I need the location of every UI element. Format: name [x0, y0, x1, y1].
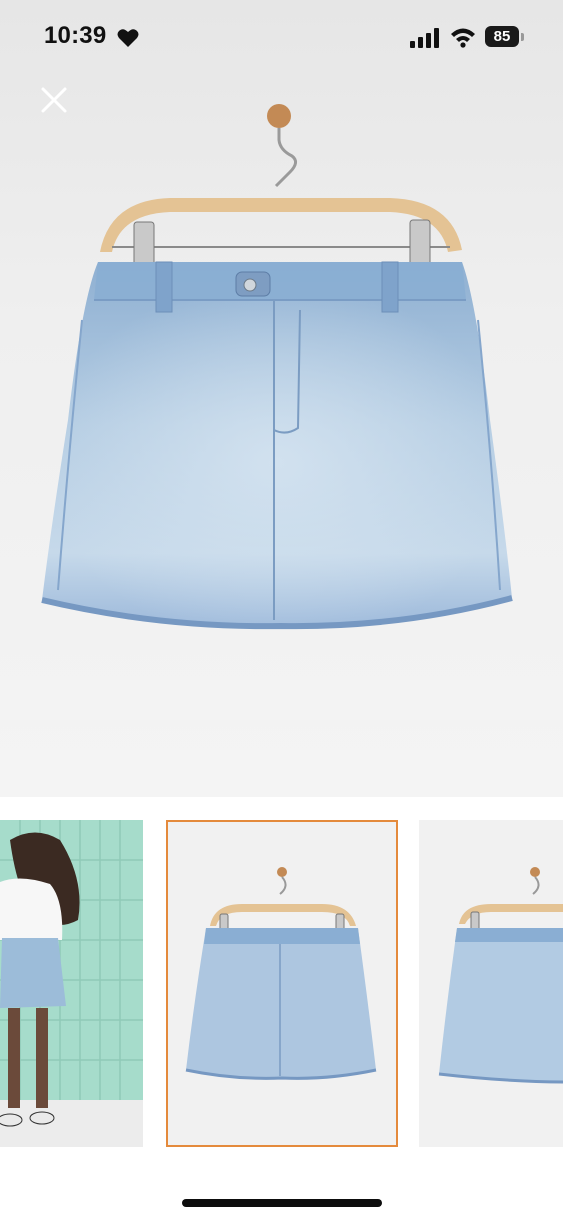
- home-indicator[interactable]: [182, 1199, 382, 1207]
- heart-icon: [117, 29, 139, 47]
- hanger-knob: [267, 104, 291, 128]
- hanger-clip-left: [133, 221, 155, 269]
- skirt-photo: [41, 104, 513, 630]
- model-photo: [0, 820, 143, 1147]
- skirt-button: [243, 278, 257, 292]
- status-bar: 10:39 85: [0, 0, 563, 80]
- skirt-waistband: [94, 262, 466, 300]
- hanger-hook: [274, 128, 297, 188]
- thumbnail-skirt-back[interactable]: [419, 820, 563, 1147]
- close-icon[interactable]: [38, 84, 70, 116]
- thumbnail-skirt-front[interactable]: [166, 820, 398, 1147]
- signal-icon: [410, 28, 439, 48]
- hanger-clip-right: [409, 219, 431, 269]
- status-time: 10:39: [44, 22, 107, 49]
- battery-level: 85: [493, 28, 511, 45]
- skirt-thumbnail-image: [185, 867, 377, 1080]
- thumbnail-strip: [0, 820, 563, 1150]
- main-product-image[interactable]: [0, 0, 563, 797]
- thumbnail-model-back-view[interactable]: [0, 820, 143, 1147]
- skirt-back-thumbnail-image: [438, 867, 563, 1084]
- battery-icon: 85: [485, 26, 525, 48]
- wifi-icon: [451, 28, 475, 48]
